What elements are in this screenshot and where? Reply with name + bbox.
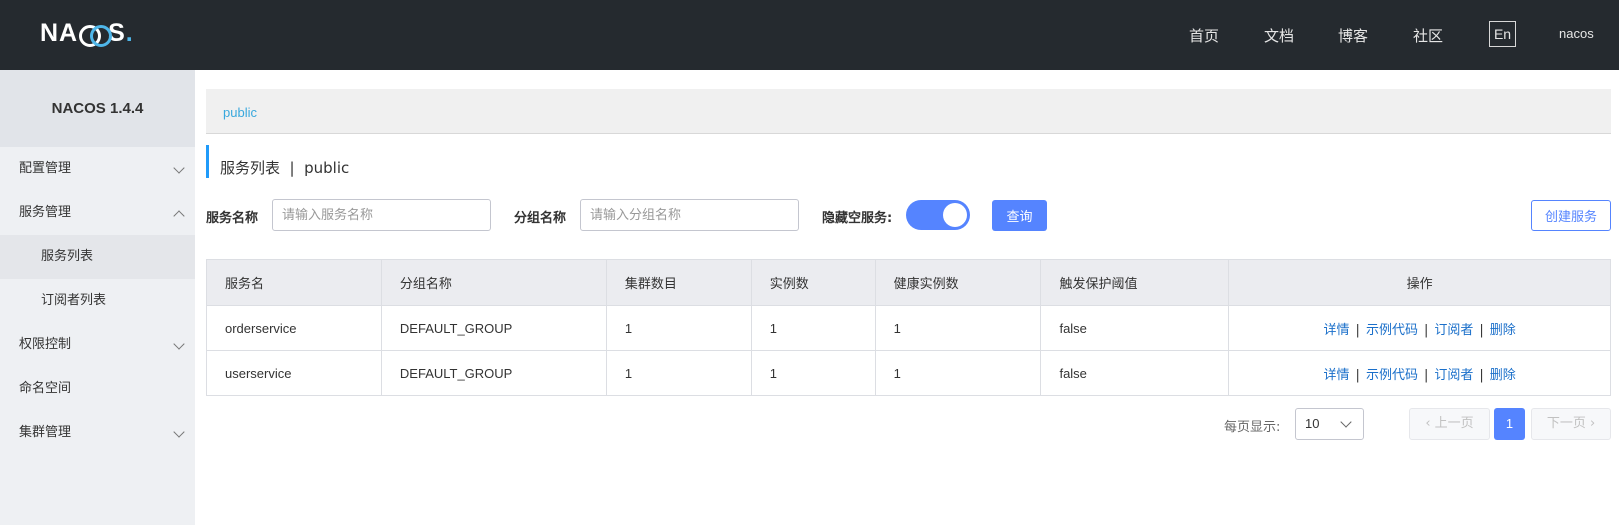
- next-page-button[interactable]: 下一页 ›: [1531, 408, 1611, 440]
- subscribers-link[interactable]: 订阅者: [1434, 323, 1473, 338]
- cell-cluster-count: 1: [605, 350, 752, 396]
- sidebar-item-label: 集群管理: [19, 425, 72, 440]
- user-name[interactable]: nacos: [1559, 26, 1594, 41]
- page-size-value: 10: [1305, 416, 1320, 431]
- service-name-label: 服务名称: [206, 211, 259, 226]
- chevron-down-icon: [173, 338, 185, 350]
- sidebar-item-label: 配置管理: [19, 161, 72, 176]
- nav-home[interactable]: 首页: [1189, 25, 1219, 46]
- column-header: 操作: [1228, 259, 1611, 306]
- sidebar-item-label: 订阅者列表: [41, 293, 107, 308]
- subscribers-link[interactable]: 订阅者: [1434, 368, 1473, 383]
- query-button[interactable]: 查询: [992, 200, 1047, 231]
- detail-link[interactable]: 详情: [1324, 368, 1350, 383]
- nacos-logo[interactable]: NA S.: [40, 18, 134, 48]
- hide-empty-label: 隐藏空服务:: [822, 211, 893, 226]
- chevron-right-icon: ›: [1589, 416, 1596, 431]
- cell-protect-threshold: false: [1040, 350, 1230, 396]
- sidebar-item-access-control[interactable]: 权限控制: [0, 323, 195, 367]
- table-row: userservice DEFAULT_GROUP 1 1 1 false 详情…: [206, 350, 1611, 396]
- column-header: 触发保护阈值: [1040, 259, 1230, 306]
- chevron-down-icon: [1340, 416, 1352, 428]
- detail-link[interactable]: 详情: [1324, 323, 1350, 338]
- chevron-down-icon: [173, 426, 185, 438]
- cell-protect-threshold: false: [1040, 305, 1230, 351]
- chevron-up-icon: [173, 210, 185, 222]
- nav-community[interactable]: 社区: [1413, 25, 1443, 46]
- sidebar-item-label: 权限控制: [19, 337, 72, 352]
- column-header: 分组名称: [380, 259, 607, 306]
- create-service-button[interactable]: 创建服务: [1531, 200, 1611, 231]
- group-name-label: 分组名称: [514, 211, 567, 226]
- cell-group-name: DEFAULT_GROUP: [380, 350, 607, 396]
- column-header: 实例数: [750, 259, 876, 306]
- sidebar-item-label: 服务管理: [19, 205, 72, 220]
- cell-healthy-count: 1: [874, 350, 1042, 396]
- cell-cluster-count: 1: [605, 305, 752, 351]
- next-page-label: 下一页: [1546, 416, 1586, 431]
- page-size-select[interactable]: 10: [1295, 408, 1364, 440]
- sample-code-link[interactable]: 示例代码: [1366, 368, 1418, 383]
- column-header: 服务名: [206, 259, 382, 306]
- top-header: NA S. 首页 文档 博客 社区 En nacos: [0, 0, 1619, 70]
- hide-empty-service-toggle[interactable]: [906, 200, 970, 230]
- cell-instance-count: 1: [750, 305, 876, 351]
- service-name-input[interactable]: [272, 199, 491, 231]
- service-table: 服务名 分组名称 集群数目 实例数 健康实例数 触发保护阈值 操作 orders…: [206, 259, 1611, 396]
- cell-group-name: DEFAULT_GROUP: [380, 305, 607, 351]
- sidebar-item-service-list[interactable]: 服务列表: [0, 235, 195, 279]
- cell-service-name: userservice: [206, 350, 382, 396]
- sidebar: NACOS 1.4.4 配置管理 服务管理 服务列表 订阅者列表 权限控制 命名…: [0, 70, 195, 525]
- sidebar-item-subscriber-list[interactable]: 订阅者列表: [0, 279, 195, 323]
- prev-page-label: 上一页: [1434, 416, 1474, 431]
- sidebar-item-cluster-management[interactable]: 集群管理: [0, 411, 195, 455]
- table-row: orderservice DEFAULT_GROUP 1 1 1 false 详…: [206, 305, 1611, 351]
- sidebar-version-title: NACOS 1.4.4: [0, 70, 195, 147]
- per-page-label: 每页显示:: [1224, 420, 1281, 435]
- chevron-down-icon: [173, 162, 185, 174]
- delete-link[interactable]: 删除: [1490, 368, 1516, 383]
- cell-service-name: orderservice: [206, 305, 382, 351]
- group-name-input[interactable]: [580, 199, 799, 231]
- delete-link[interactable]: 删除: [1490, 323, 1516, 338]
- chevron-left-icon: ‹: [1425, 416, 1431, 431]
- prev-page-button[interactable]: ‹ 上一页: [1409, 408, 1490, 440]
- nav-docs[interactable]: 文档: [1264, 25, 1294, 46]
- sidebar-item-label: 服务列表: [41, 249, 94, 264]
- namespace-bar: public: [206, 89, 1611, 134]
- logo-mark-icon: [79, 24, 113, 47]
- sidebar-item-service-management[interactable]: 服务管理: [0, 191, 195, 235]
- cell-instance-count: 1: [750, 350, 876, 396]
- language-switch-button[interactable]: En: [1489, 21, 1516, 47]
- column-header: 集群数目: [605, 259, 752, 306]
- nav-blog[interactable]: 博客: [1338, 25, 1368, 46]
- cell-actions: 详情 | 示例代码 | 订阅者 | 删除: [1228, 350, 1611, 396]
- namespace-public-link[interactable]: public: [223, 105, 257, 120]
- sample-code-link[interactable]: 示例代码: [1366, 323, 1418, 338]
- cell-actions: 详情 | 示例代码 | 订阅者 | 删除: [1228, 305, 1611, 351]
- page-number-current[interactable]: 1: [1494, 408, 1525, 440]
- cell-healthy-count: 1: [874, 305, 1042, 351]
- column-header: 健康实例数: [874, 259, 1042, 306]
- toggle-knob: [943, 203, 967, 227]
- sidebar-item-namespace[interactable]: 命名空间: [0, 367, 195, 411]
- sidebar-item-config-management[interactable]: 配置管理: [0, 147, 195, 191]
- sidebar-item-label: 命名空间: [19, 381, 72, 396]
- page-title: 服务列表 | public: [220, 159, 350, 177]
- title-accent-bar: [206, 145, 209, 178]
- table-header-row: 服务名 分组名称 集群数目 实例数 健康实例数 触发保护阈值 操作: [206, 259, 1611, 306]
